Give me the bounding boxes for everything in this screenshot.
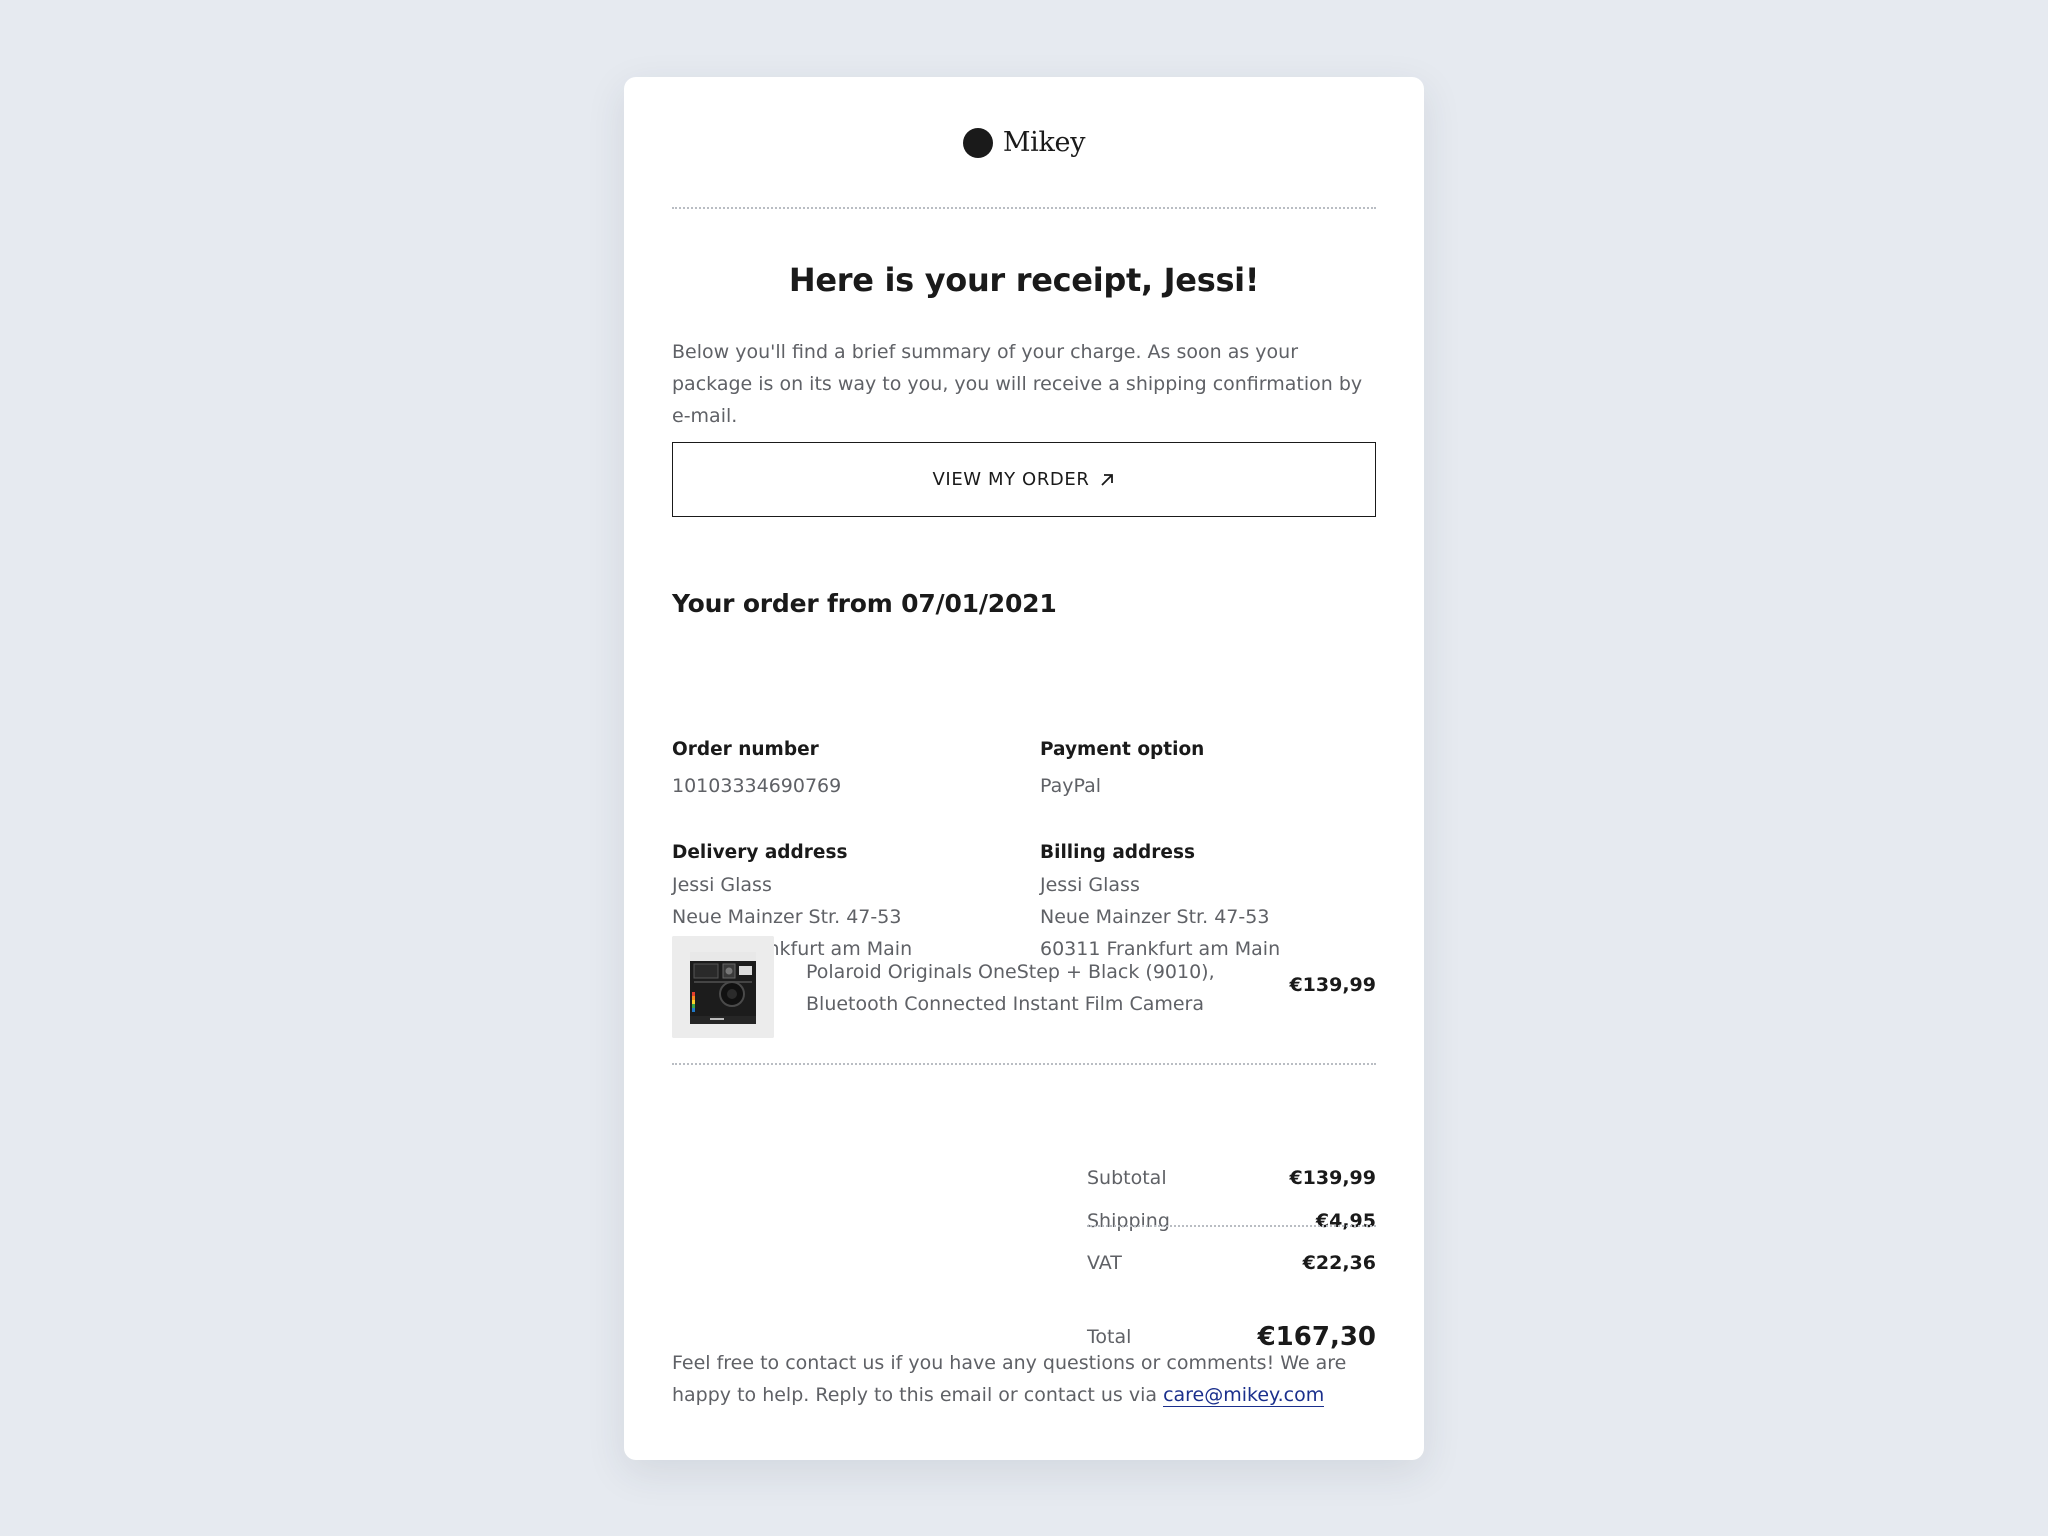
subtotal-label: Subtotal [1087,1167,1167,1189]
items-divider [672,1063,1376,1065]
shipping-value: €4,95 [1315,1210,1376,1232]
payment-option-label: Payment option [1040,739,1205,760]
order-number-value: 10103334690769 [672,775,842,797]
payment-option-block: Payment option PayPal [1040,739,1204,802]
order-number-block: Order number 10103334690769 [672,739,841,802]
delivery-name: Jessi Glass [672,874,772,896]
support-email-link[interactable]: care@mikey.com [1163,1384,1325,1407]
order-number-label: Order number [672,739,819,760]
vat-value: €22,36 [1302,1252,1376,1274]
delivery-address-label: Delivery address [672,842,848,863]
shipping-row: Shipping €4,95 [1087,1210,1376,1232]
header-divider [672,207,1376,209]
billing-address-block: Billing address Jessi Glass Neue Mainzer… [1040,842,1280,965]
billing-name: Jessi Glass [1040,874,1140,896]
order-title: Your order from 07/01/2021 [672,589,1057,618]
summary-divider [1087,1225,1376,1227]
brand-logo[interactable]: Mikey [672,127,1376,158]
product-price: €139,99 [1289,974,1376,996]
view-order-button[interactable]: VIEW MY ORDER [672,442,1376,517]
delivery-street: Neue Mainzer Str. 47-53 [672,906,902,928]
logo-dot-icon [962,127,993,158]
page-title: Here is your receipt, Jessi! [788,261,1260,299]
subtotal-value: €139,99 [1289,1167,1376,1189]
view-order-label: VIEW MY ORDER [932,469,1090,490]
shipping-label: Shipping [1087,1210,1170,1232]
footer-text-block: Feel free to contact us if you have any … [672,1347,1376,1411]
billing-address-label: Billing address [1040,842,1195,863]
product-name[interactable]: Polaroid Originals OneStep + Black (9010… [806,956,1226,1020]
total-label: Total [1087,1326,1132,1348]
vat-row: VAT €22,36 [1087,1252,1376,1274]
subtotal-row: Subtotal €139,99 [1087,1167,1376,1189]
product-name-line-1: Polaroid Originals OneStep + Black (9010… [806,961,1215,983]
vat-label: VAT [1087,1252,1122,1274]
receipt-card: Mikey Here is your receipt, Jessi! Below… [624,77,1424,1460]
brand-name: Mikey [1002,127,1086,158]
intro-text: Below you'll find a brief summary of you… [672,341,1363,427]
product-image[interactable] [672,936,774,1038]
billing-street: Neue Mainzer Str. 47-53 [1040,906,1270,928]
instant-camera-image [672,936,774,1038]
product-name-line-2: Bluetooth Connected Instant Film Camera [806,993,1205,1015]
arrow-up-right-icon [1101,473,1114,486]
payment-option-value: PayPal [1040,775,1102,797]
